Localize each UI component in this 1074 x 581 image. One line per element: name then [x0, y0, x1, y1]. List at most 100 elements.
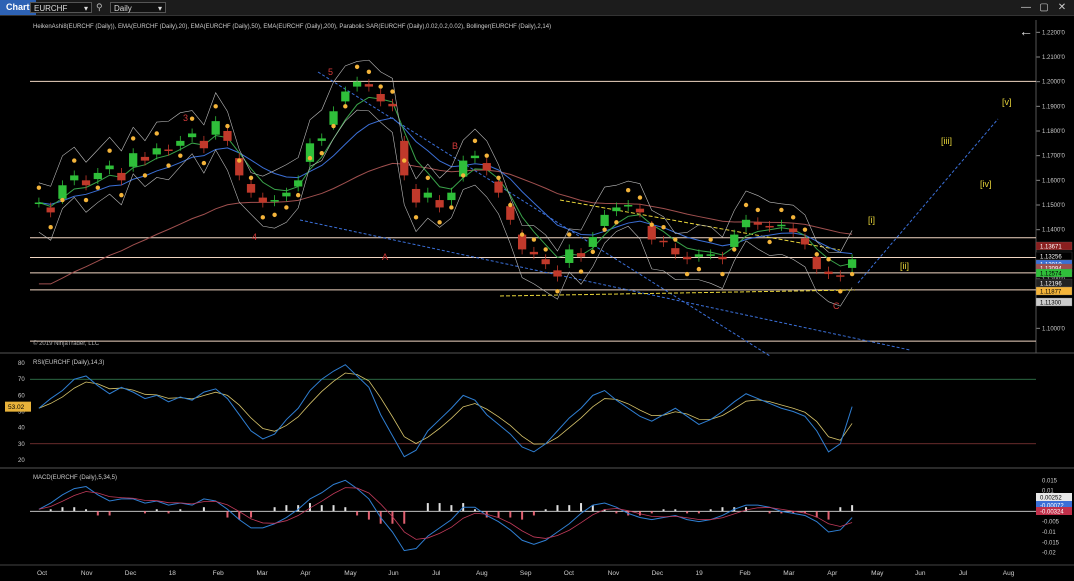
y-tick-label: 1.1700'0: [1042, 154, 1065, 160]
title-bar: Chart EURCHF ▾ ⚲ Daily ▾ — ▢ ✕: [0, 0, 1074, 16]
sar-dot: [107, 148, 112, 153]
candle-body: [482, 163, 491, 171]
y-tick-label: 1.1500'0: [1042, 203, 1065, 209]
candle-body: [812, 256, 821, 270]
price-label: 1.12574: [1040, 272, 1062, 278]
candle-body: [258, 197, 267, 203]
sar-dot: [802, 227, 808, 232]
sar-dot: [637, 195, 643, 200]
x-axis-label: Feb: [213, 570, 225, 577]
candle-body: [246, 184, 256, 193]
sar-dot: [319, 151, 324, 156]
macd-tick-label: -0.005: [1042, 520, 1060, 526]
candle-body: [671, 248, 680, 255]
candle-body: [741, 219, 751, 228]
macd-signal-line: [38, 487, 853, 540]
candle-body: [164, 149, 173, 151]
sar-dot: [484, 153, 489, 158]
rsi-panel-title: RSI(EURCHF (Daily),14,3): [33, 360, 104, 366]
sar-dot: [732, 247, 737, 252]
sar-dot: [590, 249, 596, 255]
candle-body: [34, 202, 44, 205]
candle-body: [824, 271, 833, 275]
back-arrow-icon[interactable]: ←: [1019, 23, 1033, 39]
sar-dot: [790, 215, 796, 220]
x-axis-label: Mar: [783, 570, 795, 577]
macd-tick-label: 0.015: [1042, 478, 1058, 484]
sar-dot: [826, 257, 831, 262]
sar-dot: [472, 138, 478, 144]
candle-body: [647, 225, 656, 240]
rsi-tick-label: 40: [18, 426, 25, 432]
x-axis-label: 18: [169, 570, 177, 577]
rsi-tick-label: 60: [18, 393, 25, 399]
trading-chart[interactable]: HeikenAshi8(EURCHF (Daily)), EMA(EURCHF …: [0, 15, 1074, 581]
x-axis-label: Aug: [1003, 570, 1015, 577]
minimize-icon[interactable]: —: [1018, 1, 1034, 14]
wave-label: A: [382, 252, 388, 262]
instrument-selector[interactable]: EURCHF ▾: [30, 2, 92, 13]
sar-dot: [95, 185, 101, 190]
sar-dot: [425, 175, 431, 181]
sar-dot: [849, 271, 855, 277]
macd-tick-label: -0.02: [1042, 551, 1056, 557]
price-panel: HeikenAshi8(EURCHF (Daily)), EMA(EURCHF …: [0, 20, 1074, 357]
candle-body: [730, 234, 739, 247]
maximize-icon[interactable]: ▢: [1036, 1, 1052, 14]
candle-body: [541, 259, 550, 265]
sar-dot: [402, 158, 407, 163]
x-axis-label: Apr: [300, 570, 311, 577]
sar-dot: [272, 212, 277, 218]
sar-dot: [555, 289, 560, 294]
sar-dot: [48, 225, 53, 230]
candle-body: [789, 228, 798, 233]
rsi-tick-label: 70: [18, 377, 25, 383]
candle-body: [447, 192, 456, 201]
candle-body: [706, 254, 715, 256]
chevron-down-icon: ▾: [83, 4, 88, 13]
sar-dot: [83, 197, 89, 203]
sar-dot: [779, 207, 784, 213]
x-axis-label: Jul: [959, 570, 968, 577]
sar-dot: [60, 197, 65, 203]
sar-dot: [708, 237, 713, 242]
y-tick-label: 1.2100'0: [1042, 55, 1065, 61]
sar-dot: [178, 153, 183, 158]
search-icon[interactable]: ⚲: [96, 2, 103, 13]
x-axis-label: May: [871, 570, 884, 577]
wave-label: 5: [328, 67, 333, 77]
macd-panel: MACD(EURCHF (Daily),5,34,5)0.0150.010.00…: [30, 475, 1072, 557]
x-axis-label: Dec: [652, 570, 664, 577]
interval-value: Daily: [114, 4, 132, 13]
sar-dot: [119, 192, 124, 198]
candle-body: [105, 165, 114, 170]
sar-dot: [36, 185, 42, 190]
x-axis-label: Jul: [432, 570, 441, 577]
wave-label: [ii]: [900, 261, 909, 271]
candle-body: [81, 180, 91, 186]
y-tick-label: 1.1000'0: [1042, 326, 1065, 332]
candle-body: [624, 205, 633, 207]
wave-label: [iv]: [980, 179, 992, 189]
close-icon[interactable]: ✕: [1054, 1, 1070, 14]
sar-dot: [366, 69, 372, 74]
chevron-down-icon: ▾: [157, 4, 162, 13]
y-tick-label: 1.2000'0: [1042, 80, 1065, 86]
wave-label: [iii]: [941, 136, 952, 146]
sar-dot: [838, 289, 843, 294]
sar-dot: [354, 64, 360, 70]
candle-body: [423, 192, 432, 198]
candle-body: [400, 140, 409, 176]
sar-dot: [390, 89, 395, 94]
sar-dot: [614, 220, 619, 225]
candle-body: [494, 181, 503, 193]
candle-body: [317, 138, 326, 141]
candle-body: [529, 251, 539, 255]
x-axis-label: Jun: [388, 570, 399, 577]
candle-body: [211, 121, 220, 135]
candle-body: [140, 156, 150, 161]
candle-body: [659, 240, 668, 243]
x-axis-label: Aug: [476, 570, 488, 577]
interval-selector[interactable]: Daily ▾: [110, 2, 166, 13]
sar-dot: [284, 205, 289, 210]
